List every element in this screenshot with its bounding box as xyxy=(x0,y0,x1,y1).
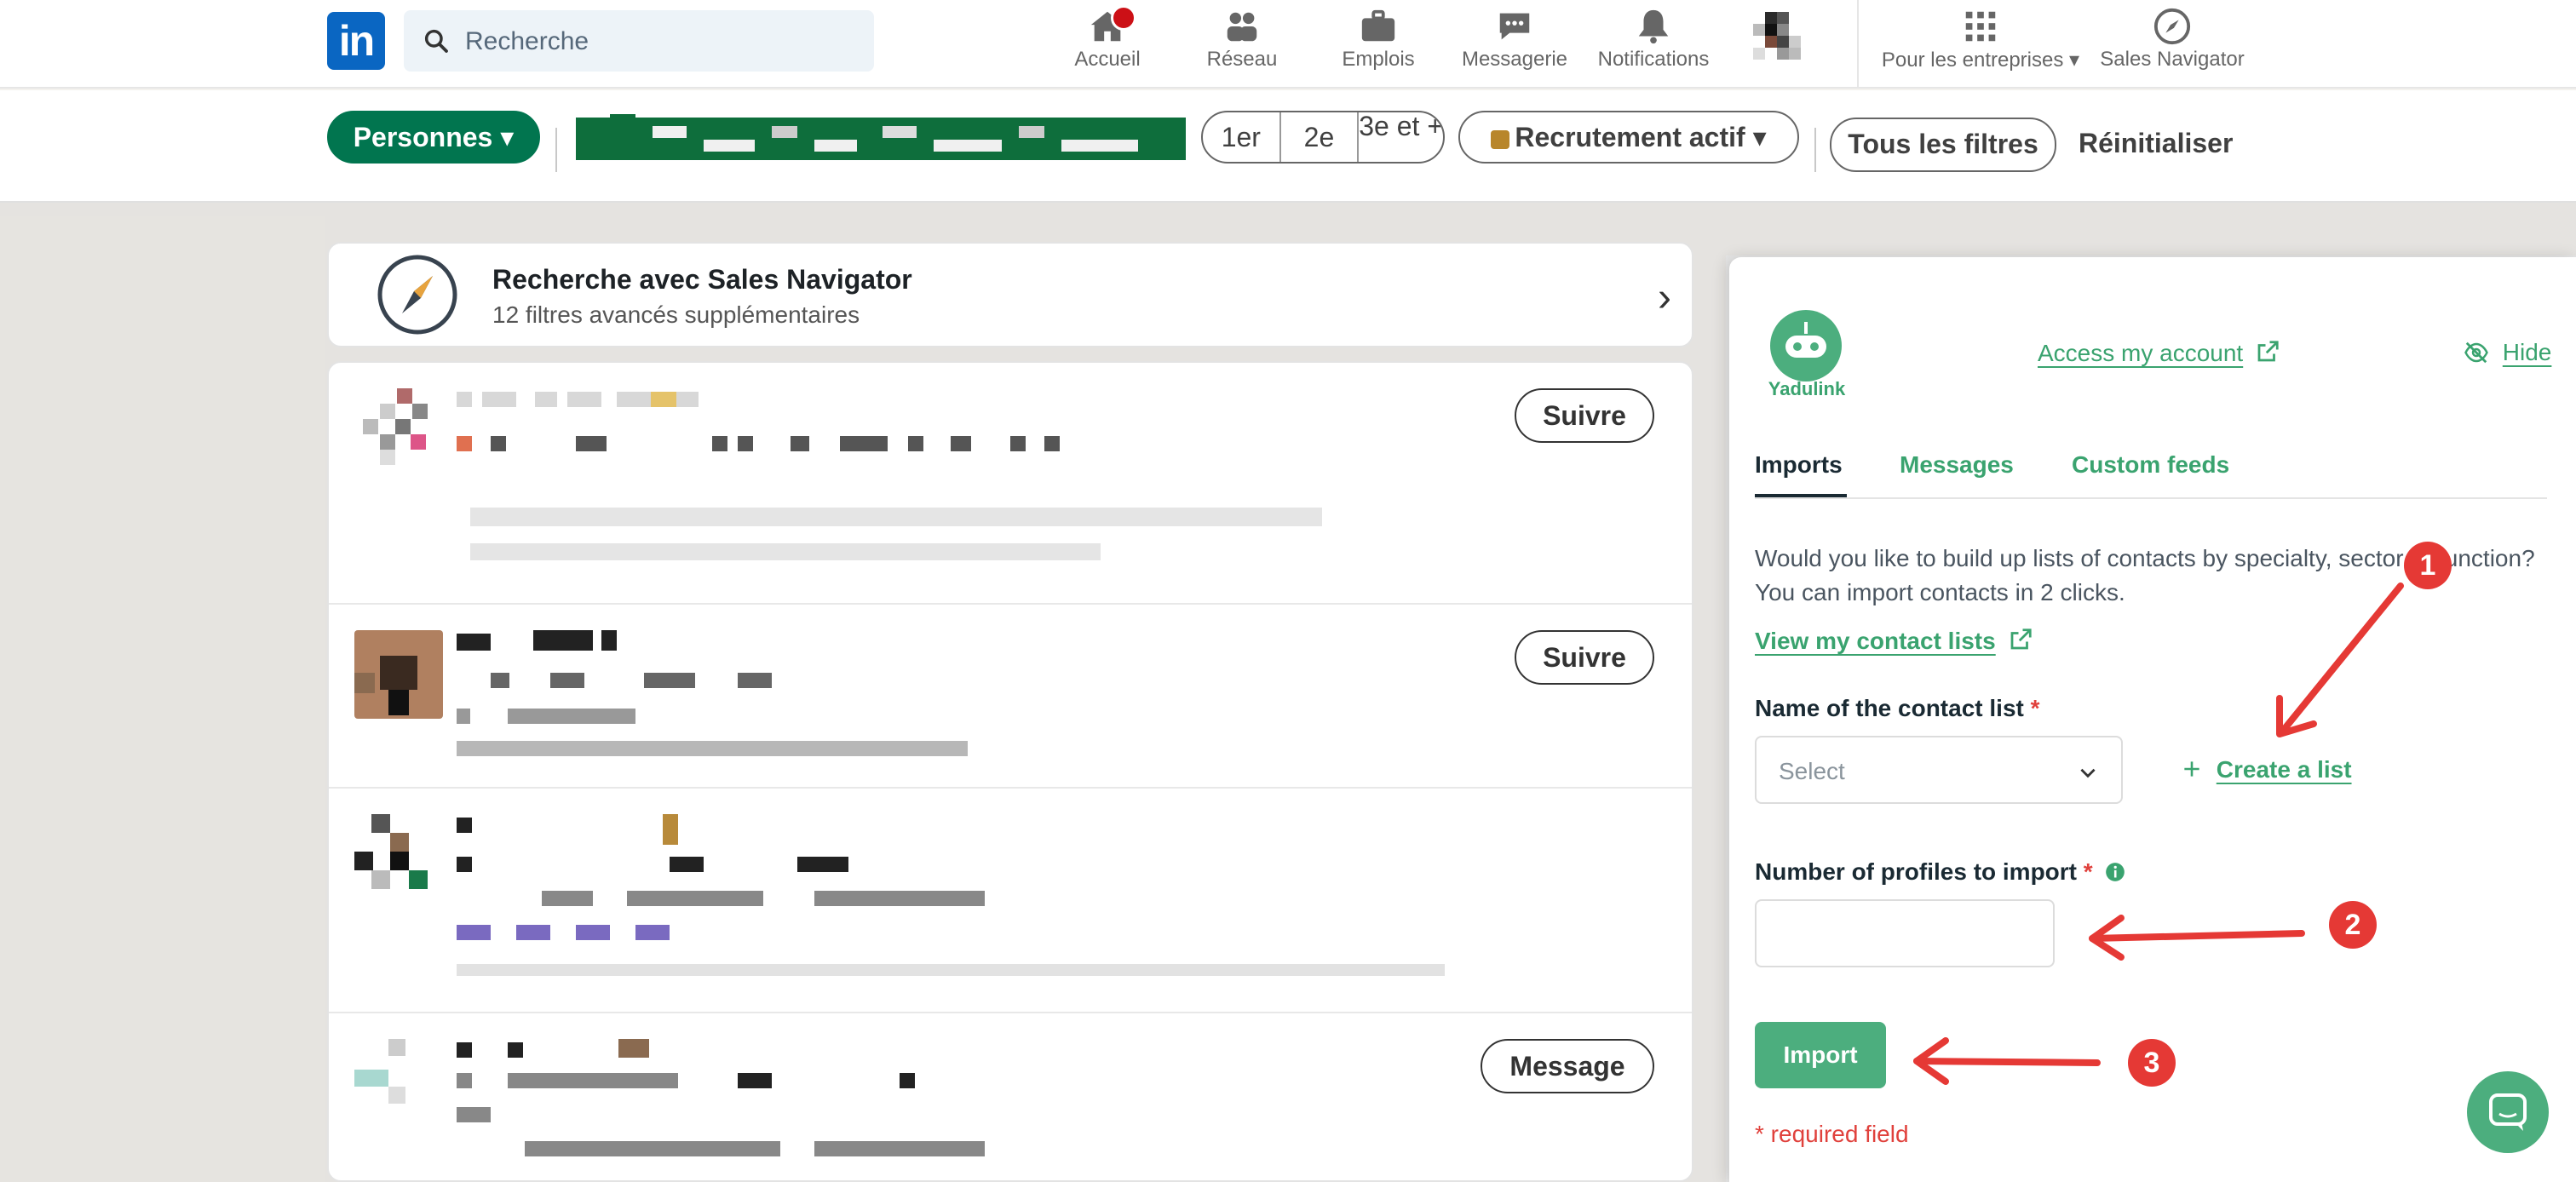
nav-label: Messagerie xyxy=(1461,48,1568,71)
divider xyxy=(555,128,557,172)
nav-label: Réseau xyxy=(1206,48,1278,71)
caret-down-icon: ▾ xyxy=(500,122,515,152)
redacted-search-keywords xyxy=(576,114,1186,160)
chat-bubble-icon xyxy=(2489,1093,2527,1131)
degree-filter-group: 1er 2e 3e et + xyxy=(1201,111,1445,164)
degree-1-button[interactable]: 1er xyxy=(1203,112,1281,162)
caret-down-icon: ▾ xyxy=(1752,122,1767,152)
required-asterisk: * xyxy=(2083,858,2093,885)
yadulink-brand: Yadulink xyxy=(1768,378,1846,399)
view-contact-lists-link[interactable]: View my contact lists xyxy=(1755,627,2033,655)
external-link-icon xyxy=(2010,628,2032,650)
profiles-count-label: Number of profiles to import * xyxy=(1755,858,2126,886)
nav-item-home[interactable]: Accueil xyxy=(1065,7,1150,80)
avatar xyxy=(354,388,448,482)
follow-button[interactable]: Suivre xyxy=(1515,388,1654,443)
eye-off-icon xyxy=(2464,341,2488,364)
tab-imports[interactable]: Imports xyxy=(1755,451,1843,479)
yadulink-logo-icon xyxy=(1770,310,1842,382)
search-results-list: Suivre Suivre Message xyxy=(327,361,1693,1182)
divider xyxy=(1814,128,1816,172)
divider xyxy=(329,603,1692,605)
degree-2-button[interactable]: 2e xyxy=(1281,112,1360,162)
grid-icon xyxy=(1965,11,1996,42)
notification-badge xyxy=(1111,5,1136,31)
select-placeholder: Select xyxy=(1779,758,1845,784)
nav-item-sales-navigator[interactable]: Sales Navigator xyxy=(2096,7,2249,80)
nav-item-notifications[interactable]: Notifications xyxy=(1590,7,1717,80)
nav-label: Notifications xyxy=(1597,48,1710,71)
people-filter-button[interactable]: Personnes ▾ xyxy=(327,111,540,164)
redacted-profile-text xyxy=(457,392,1322,560)
compass-icon xyxy=(2153,8,2191,45)
active-hiring-filter-button[interactable]: Recrutement actif ▾ xyxy=(1458,111,1799,164)
external-link-icon xyxy=(2257,341,2279,362)
nav-label: Accueil xyxy=(1074,48,1141,71)
message-button[interactable]: Message xyxy=(1481,1039,1654,1093)
nav-divider xyxy=(1857,0,1859,89)
import-button[interactable]: Import xyxy=(1755,1022,1886,1088)
avatar xyxy=(354,814,443,903)
linkedin-logo-icon[interactable]: in xyxy=(327,12,385,70)
filter-bar: Personnes ▾ 1er 2e 3e et + Recrutement a… xyxy=(0,90,2576,203)
people-icon xyxy=(1227,12,1257,42)
all-filters-button[interactable]: Tous les filtres xyxy=(1830,118,2056,172)
divider xyxy=(329,787,1692,789)
compass-icon xyxy=(377,255,457,335)
chat-icon xyxy=(1499,13,1530,40)
plus-icon xyxy=(2184,761,2199,777)
redacted-profile-text xyxy=(457,630,968,756)
nav-item-for-business[interactable]: Pour les entreprises ▾ xyxy=(1874,7,2087,80)
tab-messages[interactable]: Messages xyxy=(1900,451,2014,479)
contact-list-select[interactable]: Select xyxy=(1755,736,2123,804)
create-list-link[interactable]: Create a list xyxy=(2181,756,2352,783)
contact-list-label: Name of the contact list * xyxy=(1755,695,2040,721)
search-icon xyxy=(424,29,448,53)
required-field-note: * required field xyxy=(1755,1121,1909,1147)
info-icon xyxy=(2106,863,2125,881)
step-badge-2: 2 xyxy=(2329,901,2377,949)
nav-item-jobs[interactable]: Emplois xyxy=(1336,7,1421,80)
chevron-right-icon: › xyxy=(1658,275,1671,320)
profiles-count-input[interactable] xyxy=(1755,899,2055,967)
follow-button[interactable]: Suivre xyxy=(1515,630,1654,685)
chat-support-button[interactable] xyxy=(2467,1071,2549,1153)
caret-down-icon: ▾ xyxy=(2069,49,2080,72)
access-account-link[interactable]: Access my account xyxy=(2038,339,2280,367)
sales-navigator-title: Recherche avec Sales Navigator xyxy=(492,264,912,295)
hiring-badge-icon xyxy=(1491,129,1510,149)
sales-navigator-card[interactable]: Recherche avec Sales Navigator 12 filtre… xyxy=(327,242,1693,347)
nav-label: Emplois xyxy=(1342,48,1415,71)
degree-3-button[interactable]: 3e et + xyxy=(1359,112,1443,162)
nav-item-messaging[interactable]: Messagerie xyxy=(1458,7,1571,80)
avatar xyxy=(354,630,443,719)
search-placeholder: Recherche xyxy=(465,27,589,55)
required-asterisk: * xyxy=(2030,695,2040,721)
tab-custom-feeds[interactable]: Custom feeds xyxy=(2072,451,2229,479)
nav-item-network[interactable]: Réseau xyxy=(1199,7,1285,80)
chevron-down-icon xyxy=(2080,768,2096,778)
avatar[interactable] xyxy=(1753,12,1821,66)
nav-label: Sales Navigator xyxy=(2100,48,2245,71)
bell-icon xyxy=(1638,9,1669,44)
step-badge-1: 1 xyxy=(2404,542,2452,589)
divider xyxy=(329,1012,1692,1013)
briefcase-icon xyxy=(1361,9,1395,42)
active-tab-indicator xyxy=(1755,494,1847,497)
redacted-profile-text xyxy=(457,814,1445,976)
nav-label: Pour les entreprises xyxy=(1881,49,2064,72)
search-input[interactable]: Recherche xyxy=(404,10,874,72)
panel-tabs: Imports Messages Custom feeds xyxy=(1755,451,2547,499)
redacted-profile-text xyxy=(457,1039,985,1156)
avatar xyxy=(354,1039,443,1127)
sales-navigator-subtitle: 12 filtres avancés supplémentaires xyxy=(492,301,860,328)
reset-button[interactable]: Réinitialiser xyxy=(2079,128,2233,159)
step-badge-3: 3 xyxy=(2128,1039,2176,1087)
hide-panel-button[interactable]: Hide xyxy=(2462,339,2551,366)
